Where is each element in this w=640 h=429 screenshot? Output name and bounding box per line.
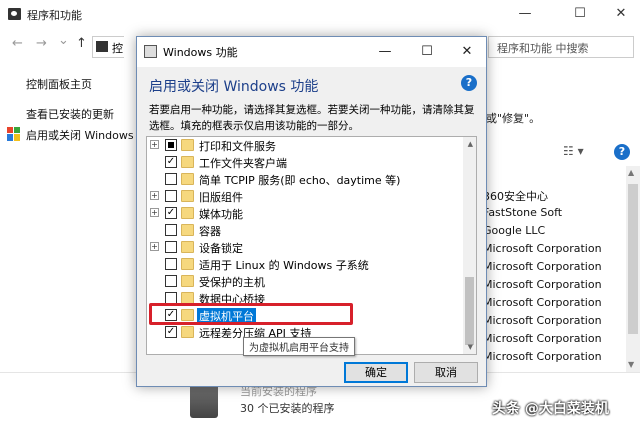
feature-label: 设备锁定 [199,242,243,255]
tree-row[interactable]: 适用于 Linux 的 Windows 子系统 [147,256,465,273]
feature-checkbox[interactable] [165,173,177,185]
search-input[interactable]: 程序和功能 中搜索 [488,36,634,58]
highlight-annotation [149,303,353,325]
publisher-cell: FastStone Soft [483,206,563,219]
view-installed-updates-link[interactable]: 查看已安装的更新 [26,106,114,122]
feature-checkbox[interactable]: ✓ [165,156,177,168]
tree-row[interactable]: + 打印和文件服务 [147,137,465,154]
installed-programs-count: 30 个已安装的程序 [240,402,335,415]
tree-row[interactable]: 简单 TCPIP 服务(即 echo、daytime 等) [147,171,465,188]
dialog-title: Windows 功能 [163,46,238,59]
folder-icon [181,190,194,202]
address-text: 控 [112,42,123,55]
tree-row[interactable]: + 设备锁定 [147,239,465,256]
folder-icon [181,207,194,219]
windows-features-icon [144,45,157,58]
tree-row[interactable]: 容器 [147,222,465,239]
repair-hint-text: 或"修复"。 [486,112,541,125]
feature-checkbox[interactable] [165,139,177,151]
search-placeholder: 程序和功能 中搜索 [497,42,589,55]
recent-dropdown-icon[interactable]: ⌄ [58,33,69,48]
expand-icon[interactable]: + [150,140,159,149]
tree-row[interactable]: + ✓ 媒体功能 [147,205,465,222]
folder-icon [181,326,194,338]
folder-icon [181,173,194,185]
publisher-cell: Microsoft Corporation [483,314,602,327]
feature-checkbox[interactable] [165,275,177,287]
feature-checkbox[interactable] [165,190,177,202]
feature-label: 简单 TCPIP 服务(即 echo、daytime 等) [199,174,401,187]
tree-row[interactable]: ✓ 工作文件夹客户端 [147,154,465,171]
publisher-cell: 360安全中心 [483,190,548,203]
dialog-heading: 启用或关闭 Windows 功能 [149,79,319,95]
tree-scroll-up-icon[interactable]: ▲ [468,140,473,148]
scroll-down-icon[interactable]: ▼ [628,360,634,369]
maximize-button[interactable]: ☐ [557,4,603,24]
feature-label: 打印和文件服务 [199,140,276,153]
dialog-maximize-button[interactable]: ☐ [413,42,441,62]
address-bar[interactable]: 控 [92,36,124,58]
turn-windows-features-link[interactable]: 启用或关闭 Windows 功 [26,127,148,143]
folder-icon [181,241,194,253]
background-titlebar: 程序和功能 — ☐ ✕ [0,0,640,28]
folder-icon [181,139,194,151]
feature-checkbox[interactable]: ✓ [165,326,177,338]
feature-label: 适用于 Linux 的 Windows 子系统 [199,259,369,272]
folder-icon [181,156,194,168]
publisher-cell: Microsoft Corporation [483,350,602,363]
feature-checkbox[interactable]: ✓ [165,207,177,219]
tree-scroll-thumb[interactable] [465,277,474,345]
feature-label: 媒体功能 [199,208,243,221]
help-icon[interactable]: ? [614,144,630,160]
windows-features-dialog: Windows 功能 — ☐ ✕ 启用或关闭 Windows 功能 ? 若要启用… [136,36,487,387]
programs-scroll-thumb[interactable] [628,184,638,334]
cancel-button[interactable]: 取消 [414,362,478,383]
dialog-titlebar: Windows 功能 — ☐ ✕ [137,37,486,67]
minimize-button[interactable]: — [502,4,548,24]
dialog-help-icon[interactable]: ? [461,75,477,91]
tree-row[interactable]: + 旧版组件 [147,188,465,205]
tree-row[interactable]: 受保护的主机 [147,273,465,290]
feature-label: 受保护的主机 [199,276,265,289]
up-arrow-icon[interactable]: ↑ [76,36,87,51]
folder-icon [181,224,194,236]
tree-scroll-down-icon[interactable]: ▼ [468,343,473,351]
feature-checkbox[interactable] [165,258,177,270]
feature-label: 容器 [199,225,221,238]
dialog-description: 若要启用一种功能，请选择其复选框。若要关闭一种功能，请清除其复选框。填充的框表示… [149,104,475,132]
folder-icon [181,275,194,287]
control-panel-icon [96,41,108,52]
publisher-cell: Microsoft Corporation [483,260,602,273]
expand-icon[interactable]: + [150,191,159,200]
watermark: 头条 @大白菜装机 [492,401,609,417]
programs-icon [8,8,21,20]
expand-icon[interactable]: + [150,208,159,217]
ok-button[interactable]: 确定 [344,362,408,383]
folder-icon [181,258,194,270]
feature-tooltip: 为虚拟机启用平台支持 [243,337,355,356]
view-options-icon[interactable]: ☷ ▾ [563,144,584,158]
publisher-cell: Microsoft Corporation [483,296,602,309]
feature-label: 旧版组件 [199,191,243,204]
feature-label: 工作文件夹客户端 [199,157,287,170]
publisher-cell: Microsoft Corporation [483,242,602,255]
shield-icon [7,127,20,141]
publisher-cell: Microsoft Corporation [483,278,602,291]
expand-icon[interactable]: + [150,242,159,251]
publisher-cell: Microsoft Corporation [483,332,602,345]
dialog-close-button[interactable]: ✕ [453,42,481,62]
close-button[interactable]: ✕ [598,4,640,24]
dialog-minimize-button[interactable]: — [371,42,399,62]
feature-checkbox[interactable] [165,224,177,236]
control-panel-home-link[interactable]: 控制面板主页 [26,76,92,92]
forward-arrow-icon[interactable]: → [36,36,47,51]
background-window-title: 程序和功能 [27,9,82,22]
scroll-up-icon[interactable]: ▲ [628,168,634,177]
back-arrow-icon[interactable]: ← [12,36,23,51]
feature-checkbox[interactable] [165,241,177,253]
publisher-cell: Google LLC [483,224,546,237]
